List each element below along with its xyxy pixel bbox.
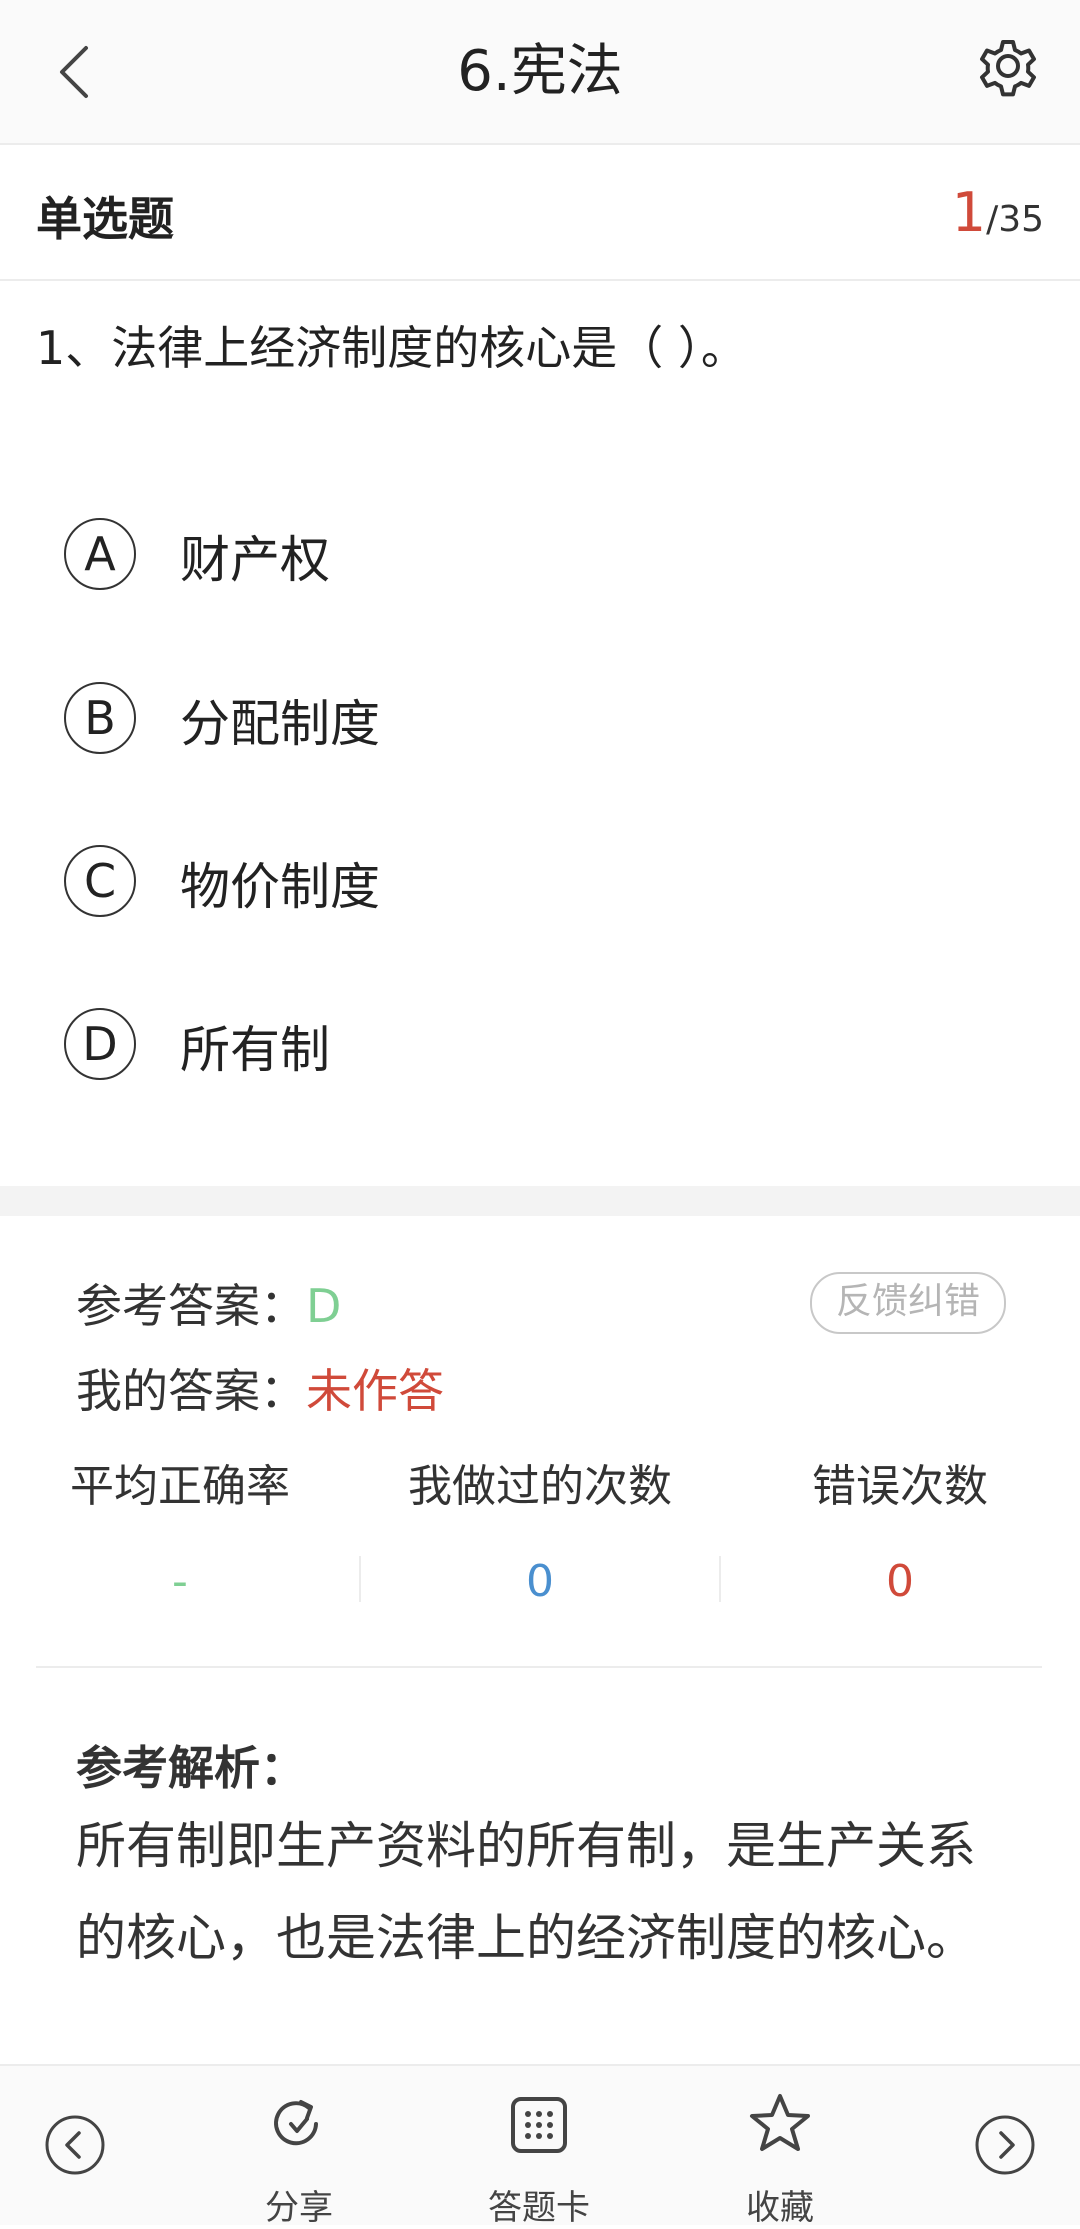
reference-answer-value: D xyxy=(306,1279,342,1333)
stat-value-accuracy: - xyxy=(172,1556,188,1607)
share-label: 分享 xyxy=(265,2188,333,2228)
section-divider xyxy=(0,1186,1080,1216)
reference-answer-row: 参考答案：D xyxy=(76,1270,341,1336)
arrow-right-circle-icon xyxy=(975,2115,1035,2175)
option-letter: C xyxy=(64,845,136,917)
star-icon xyxy=(750,2094,810,2151)
my-answer-label: 我的答案： xyxy=(76,1364,306,1418)
favorite-label: 收藏 xyxy=(746,2188,814,2228)
question-type-label: 单选题 xyxy=(36,192,174,246)
option-b[interactable]: B 分配制度 xyxy=(64,672,1024,762)
settings-button[interactable] xyxy=(972,30,1044,102)
stat-header-errors: 错误次数 xyxy=(812,1461,988,1512)
option-a[interactable]: A 财产权 xyxy=(64,508,1024,598)
stat-value-errors: 0 xyxy=(886,1556,914,1607)
reference-answer-label: 参考答案： xyxy=(76,1279,306,1333)
my-answer-value: 未作答 xyxy=(306,1364,444,1418)
grid-icon xyxy=(511,2097,567,2153)
option-c[interactable]: C 物价制度 xyxy=(64,835,1024,925)
analysis-text: 所有制即生产资料的所有制，是生产关系的核心，也是法律上的经济制度的核心。 xyxy=(76,1817,976,1967)
question-progress: 1/35 xyxy=(952,181,1044,244)
current-question-number: 1 xyxy=(951,181,987,244)
share-button[interactable]: 分享 xyxy=(209,2066,389,2228)
answer-card-button[interactable]: 答题卡 xyxy=(449,2066,629,2228)
next-question-button[interactable] xyxy=(974,2114,1036,2176)
bottom-nav: 分享 答题卡 收藏 xyxy=(0,2064,1080,2228)
divider-line xyxy=(36,1666,1042,1668)
total-questions: /35 xyxy=(986,199,1044,240)
option-d[interactable]: D 所有制 xyxy=(64,998,1024,1088)
gear-icon xyxy=(980,40,1036,97)
option-letter: A xyxy=(64,518,136,590)
previous-question-button[interactable] xyxy=(44,2114,106,2176)
stat-header-accuracy: 平均正确率 xyxy=(70,1461,290,1512)
answer-card-label: 答题卡 xyxy=(488,2188,590,2228)
feedback-button[interactable]: 反馈纠错 xyxy=(810,1272,1006,1334)
option-text: 分配制度 xyxy=(180,695,380,753)
stat-header-attempts: 我做过的次数 xyxy=(408,1461,672,1512)
favorite-button[interactable]: 收藏 xyxy=(690,2066,870,2228)
top-bar: 6.宪法 xyxy=(0,0,1080,145)
arrow-left-circle-icon xyxy=(45,2115,105,2175)
option-letter: D xyxy=(64,1008,136,1080)
question-type-bar: 单选题 1/35 xyxy=(0,145,1080,281)
option-letter: B xyxy=(64,682,136,754)
stat-value-attempts: 0 xyxy=(526,1556,554,1607)
analysis-title: 参考解析： xyxy=(76,1741,306,1795)
share-icon xyxy=(274,2100,318,2146)
my-answer-row: 我的答案：未作答 xyxy=(76,1355,444,1421)
question-text: 1、法律上经济制度的核心是（ ）。 xyxy=(36,321,747,375)
option-text: 财产权 xyxy=(180,531,330,589)
option-text: 物价制度 xyxy=(180,858,380,916)
option-text: 所有制 xyxy=(180,1021,330,1079)
page-title: 6.宪法 xyxy=(457,39,623,104)
